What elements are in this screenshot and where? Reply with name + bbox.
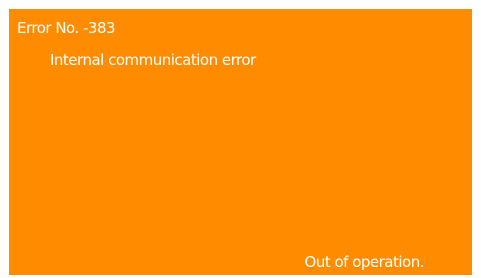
error-message: Internal communication error — [50, 51, 256, 69]
error-screen: Error No. -383 Internal communication er… — [9, 9, 472, 275]
error-code: Error No. -383 — [17, 19, 116, 37]
status-text: Out of operation. — [304, 253, 425, 271]
